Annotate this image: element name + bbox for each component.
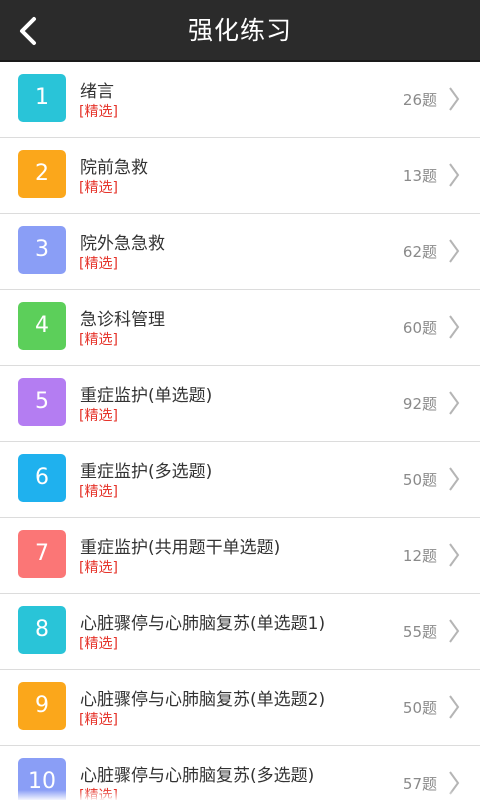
- list-item[interactable]: 8 心脏骤停与心肺脑复苏(单选题1) [精选] 55题: [0, 594, 480, 670]
- item-title: 院前急救: [80, 158, 148, 178]
- item-tag: [精选]: [79, 560, 118, 576]
- item-title: 院外急急救: [80, 234, 165, 254]
- chevron-right-icon: [449, 771, 460, 795]
- item-number-badge: 10: [18, 758, 66, 800]
- title-bar: 强化练习: [0, 0, 480, 62]
- item-number-badge: 9: [18, 682, 66, 730]
- list-item[interactable]: 6 重症监护(多选题) [精选] 50题: [0, 442, 480, 518]
- item-title: 重症监护(单选题): [80, 386, 213, 406]
- item-tag: [精选]: [79, 104, 118, 120]
- item-title: 绪言: [80, 82, 114, 102]
- item-question-count: 50题: [402, 699, 437, 717]
- item-question-count: 26题: [402, 91, 437, 109]
- item-tag: [精选]: [79, 256, 118, 272]
- item-question-count: 12题: [402, 547, 437, 565]
- list-item[interactable]: 5 重症监护(单选题) [精选] 92题: [0, 366, 480, 442]
- list-item[interactable]: 9 心脏骤停与心肺脑复苏(单选题2) [精选] 50题: [0, 670, 480, 746]
- list-item[interactable]: 1 绪言 [精选] 26题: [0, 62, 480, 138]
- list-item[interactable]: 3 院外急急救 [精选] 62题: [0, 214, 480, 290]
- item-tag: [精选]: [79, 408, 118, 424]
- item-title: 重症监护(共用题干单选题): [80, 538, 281, 558]
- page-title: 强化练习: [187, 16, 292, 45]
- item-number-badge: 6: [18, 454, 66, 502]
- item-tag: [精选]: [79, 636, 118, 652]
- item-title: 急诊科管理: [80, 310, 165, 330]
- item-number-badge: 8: [18, 606, 66, 654]
- chevron-right-icon: [449, 467, 460, 491]
- item-title: 重症监护(多选题): [80, 462, 213, 482]
- chevron-right-icon: [449, 391, 460, 415]
- chevron-right-icon: [449, 87, 460, 111]
- list-item[interactable]: 2 院前急救 [精选] 13题: [0, 138, 480, 214]
- chevron-right-icon: [449, 315, 460, 339]
- chevron-right-icon: [449, 543, 460, 567]
- item-question-count: 92题: [402, 395, 437, 413]
- item-tag: [精选]: [79, 484, 118, 500]
- item-question-count: 50题: [402, 471, 437, 489]
- item-question-count: 57题: [402, 775, 437, 793]
- list-item[interactable]: 4 急诊科管理 [精选] 60题: [0, 290, 480, 366]
- list-item[interactable]: 7 重症监护(共用题干单选题) [精选] 12题: [0, 518, 480, 594]
- item-number-badge: 1: [18, 74, 66, 122]
- item-question-count: 13题: [402, 167, 437, 185]
- list-item[interactable]: 10 心脏骤停与心肺脑复苏(多选题) [精选] 57题: [0, 746, 480, 800]
- item-tag: [精选]: [79, 180, 118, 196]
- item-number-badge: 7: [18, 530, 66, 578]
- item-title: 心脏骤停与心肺脑复苏(多选题): [80, 766, 315, 786]
- item-number-badge: 5: [18, 378, 66, 426]
- app-screen: 强化练习 1 绪言 [精选] 26题 2 院前急救 [精选] 13题 3 院外急…: [0, 0, 480, 800]
- item-tag: [精选]: [79, 712, 118, 728]
- item-tag: [精选]: [79, 788, 118, 800]
- item-question-count: 62题: [402, 243, 437, 261]
- chevron-right-icon: [449, 695, 460, 719]
- item-question-count: 55题: [402, 623, 437, 641]
- chevron-right-icon: [449, 163, 460, 187]
- item-number-badge: 4: [18, 302, 66, 350]
- item-number-badge: 2: [18, 150, 66, 198]
- chevron-right-icon: [449, 239, 460, 263]
- item-question-count: 60题: [402, 319, 437, 337]
- item-number-badge: 3: [18, 226, 66, 274]
- item-tag: [精选]: [79, 332, 118, 348]
- chevron-right-icon: [449, 619, 460, 643]
- item-title: 心脏骤停与心肺脑复苏(单选题2): [80, 690, 326, 710]
- exercise-list[interactable]: 1 绪言 [精选] 26题 2 院前急救 [精选] 13题 3 院外急急救 [精…: [0, 62, 480, 800]
- item-title: 心脏骤停与心肺脑复苏(单选题1): [80, 614, 326, 634]
